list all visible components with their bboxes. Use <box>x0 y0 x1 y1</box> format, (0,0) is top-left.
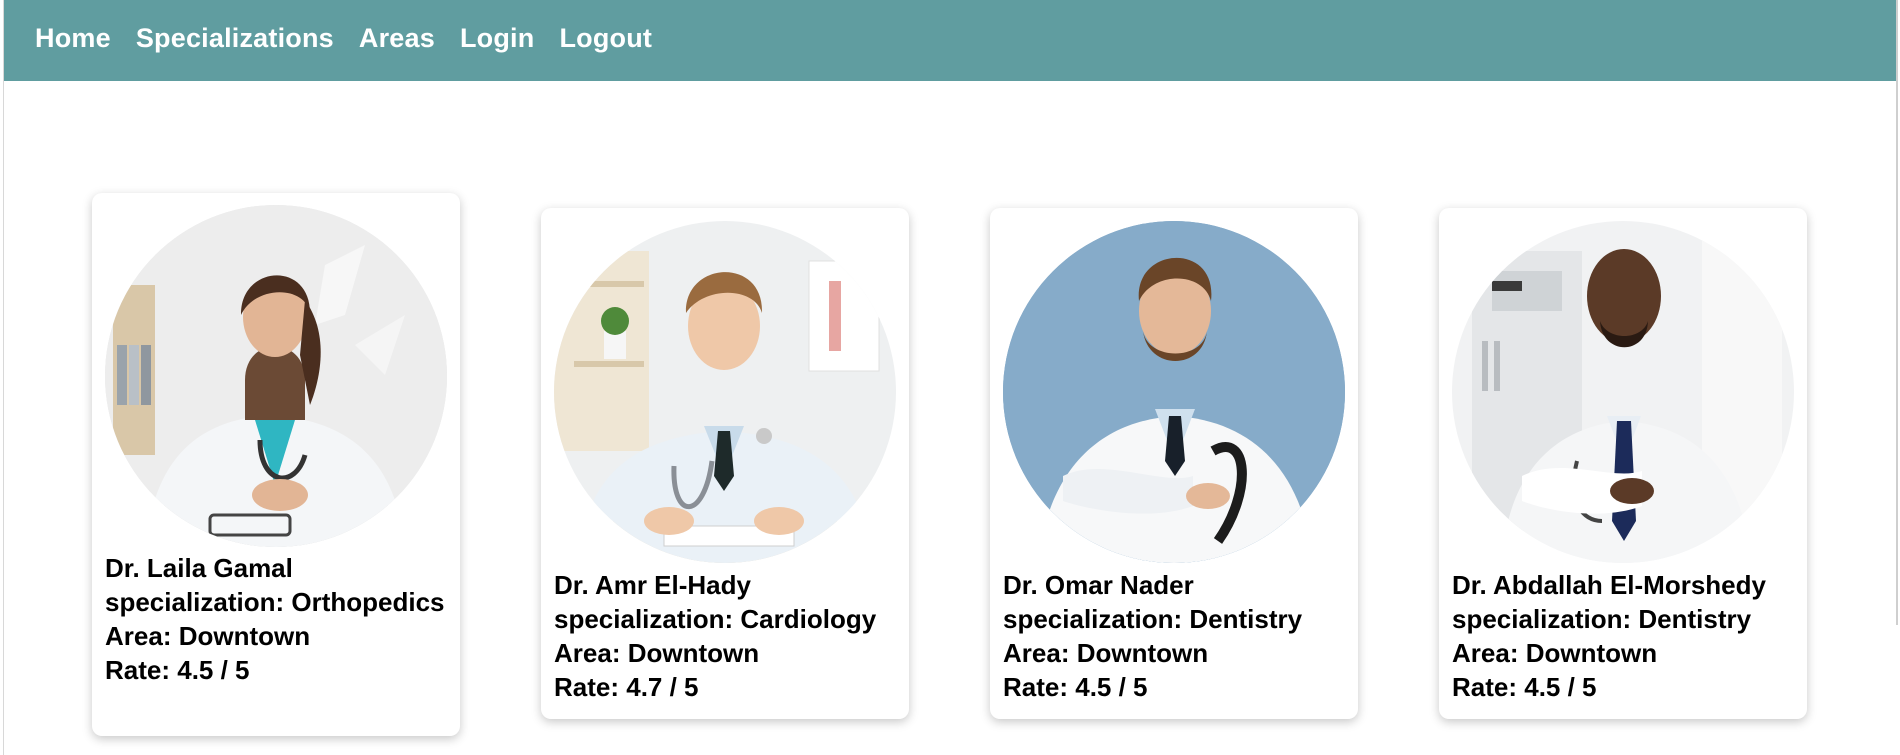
doctor-rate: Rate: 4.5 / 5 <box>1452 672 1597 702</box>
doctor-info: Dr. Amr El-Hady specialization: Cardiolo… <box>554 568 901 704</box>
doctor-specialization: specialization: Orthopedics <box>105 587 445 617</box>
doctor-specialization: specialization: Dentistry <box>1452 604 1752 634</box>
doctor-area: Area: Downtown <box>105 621 311 651</box>
doctor-specialization: specialization: Dentistry <box>1003 604 1303 634</box>
nav-link-areas[interactable]: Areas <box>359 23 435 54</box>
doctor-card[interactable]: Dr. Laila Gamal specialization: Orthoped… <box>92 193 460 736</box>
doctor-info: Dr. Laila Gamal specialization: Orthoped… <box>105 551 452 687</box>
doctor-photo <box>554 221 896 563</box>
doctor-name: Dr. Amr El-Hady <box>554 570 751 600</box>
page: Home Specializations Areas Login Logout <box>0 0 1900 755</box>
scrollbar-edge <box>1896 0 1898 625</box>
doctor-info: Dr. Omar Nader specialization: Dentistry… <box>1003 568 1350 704</box>
top-navbar: Home Specializations Areas Login Logout <box>4 0 1896 81</box>
doctor-area: Area: Downtown <box>1003 638 1209 668</box>
doctor-photo <box>105 205 447 547</box>
doctor-specialization: specialization: Cardiology <box>554 604 877 634</box>
doctor-name: Dr. Abdallah El-Morshedy <box>1452 570 1766 600</box>
female-doctor-photo <box>105 205 447 547</box>
male-doctor-blue-background-photo <box>1003 221 1345 563</box>
doctor-rate: Rate: 4.7 / 5 <box>554 672 699 702</box>
doctor-rate: Rate: 4.5 / 5 <box>1003 672 1148 702</box>
doctor-photo <box>1003 221 1345 563</box>
doctor-name: Dr. Omar Nader <box>1003 570 1194 600</box>
nav-link-logout[interactable]: Logout <box>559 23 652 54</box>
doctor-photo <box>1452 221 1794 563</box>
doctor-card[interactable]: Dr. Omar Nader specialization: Dentistry… <box>990 208 1358 719</box>
doctor-area: Area: Downtown <box>554 638 760 668</box>
male-doctor-desk-photo <box>554 221 896 563</box>
doctor-name: Dr. Laila Gamal <box>105 553 293 583</box>
nav-link-home[interactable]: Home <box>35 23 111 54</box>
doctor-info: Dr. Abdallah El-Morshedy specialization:… <box>1452 568 1799 704</box>
left-border <box>3 0 4 755</box>
male-doctor-clinic-photo <box>1452 221 1794 563</box>
doctor-card[interactable]: Dr. Amr El-Hady specialization: Cardiolo… <box>541 208 909 719</box>
doctor-area: Area: Downtown <box>1452 638 1658 668</box>
doctor-card[interactable]: Dr. Abdallah El-Morshedy specialization:… <box>1439 208 1807 719</box>
nav-link-login[interactable]: Login <box>460 23 534 54</box>
nav-link-specializations[interactable]: Specializations <box>136 23 334 54</box>
doctor-rate: Rate: 4.5 / 5 <box>105 655 250 685</box>
